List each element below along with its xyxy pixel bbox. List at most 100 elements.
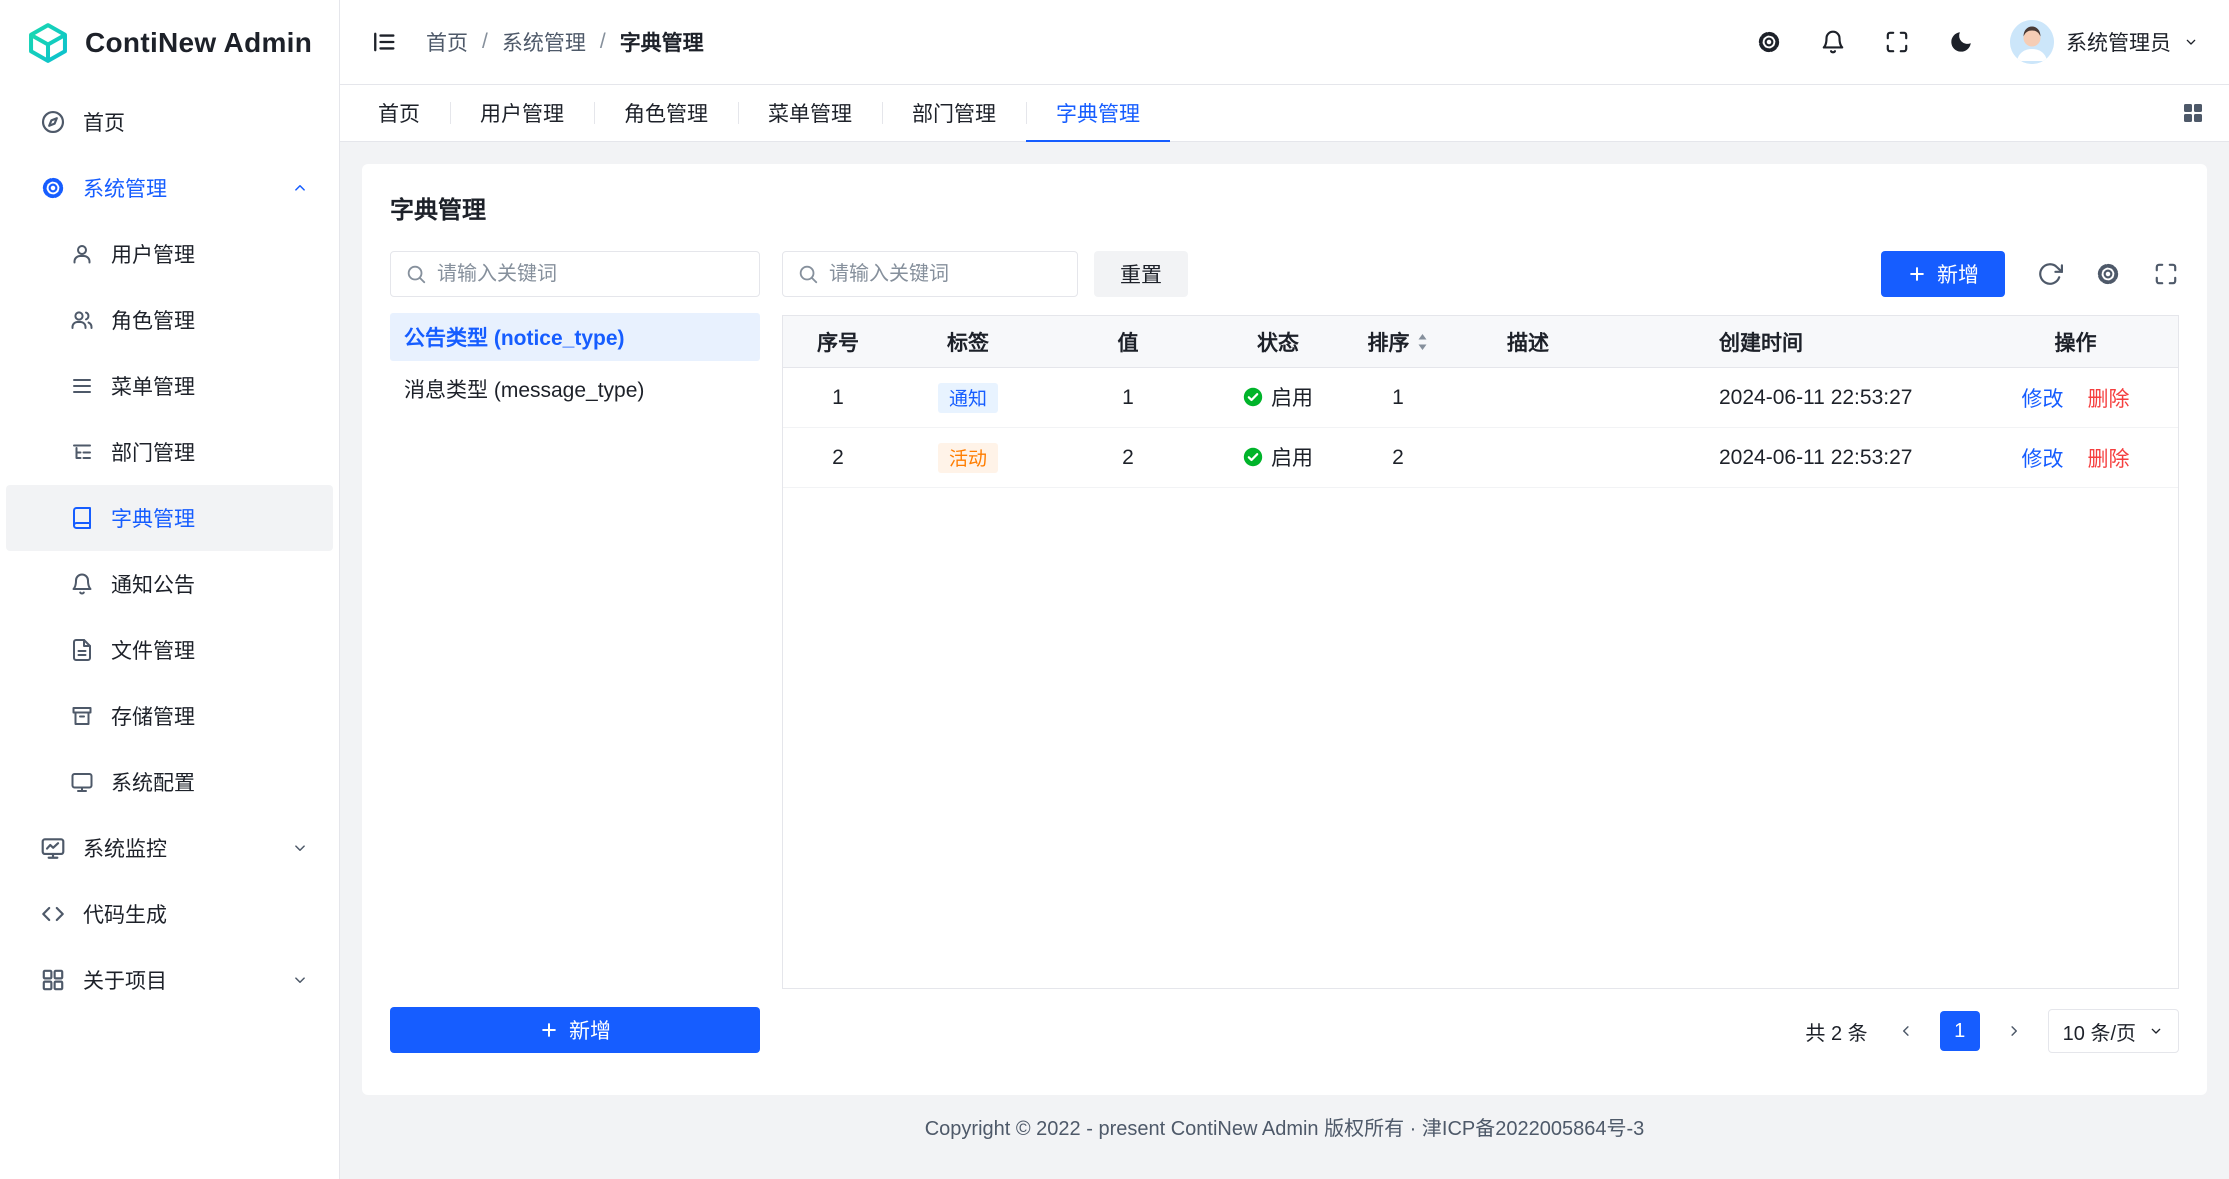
refresh-icon[interactable] bbox=[2037, 261, 2063, 287]
dict-type-list: 公告类型 (notice_type) 消息类型 (message_type) bbox=[390, 313, 760, 413]
delete-link[interactable]: 删除 bbox=[2088, 443, 2130, 473]
user-menu[interactable]: 系统管理员 bbox=[2010, 20, 2199, 64]
sidebar-item-label: 角色管理 bbox=[111, 305, 195, 335]
sidebar-item-codegen[interactable]: 代码生成 bbox=[6, 881, 333, 947]
collapse-sidebar-icon[interactable] bbox=[370, 28, 398, 56]
sidebar-item-home[interactable]: 首页 bbox=[6, 89, 333, 155]
footer: Copyright © 2022 - present ContiNew Admi… bbox=[362, 1095, 2207, 1157]
grid-icon bbox=[40, 967, 66, 993]
sidebar-item-label: 系统监控 bbox=[83, 833, 167, 863]
cell-status: 启用 bbox=[1213, 442, 1343, 473]
add-dict-item-button[interactable]: 新增 bbox=[1881, 251, 2005, 297]
sidebar-item-monitor[interactable]: 系统监控 bbox=[6, 815, 333, 881]
col-header-value: 值 bbox=[1043, 327, 1213, 357]
edit-link[interactable]: 修改 bbox=[2022, 383, 2064, 413]
cell-sort: 2 bbox=[1343, 446, 1453, 470]
cell-no: 1 bbox=[783, 386, 893, 410]
breadcrumb-home[interactable]: 首页 bbox=[426, 27, 468, 57]
chevron-right-icon[interactable] bbox=[1994, 1011, 2034, 1051]
plus-icon bbox=[1907, 264, 1927, 284]
bell-icon bbox=[70, 572, 94, 596]
apps-grid-icon[interactable] bbox=[2181, 85, 2229, 141]
chevron-up-icon bbox=[291, 179, 309, 197]
cell-created: 2024-06-11 22:53:27 bbox=[1603, 386, 1973, 410]
tab-menus[interactable]: 菜单管理 bbox=[738, 85, 882, 141]
tab-departments[interactable]: 部门管理 bbox=[882, 85, 1026, 141]
notifications-bell-icon[interactable] bbox=[1818, 27, 1848, 57]
dict-type-item-notice[interactable]: 公告类型 (notice_type) bbox=[390, 313, 760, 361]
sidebar-item-config[interactable]: 系统配置 bbox=[6, 749, 333, 815]
page-size-select[interactable]: 10 条/页 bbox=[2048, 1009, 2179, 1053]
main-column: 首页 / 系统管理 / 字典管理 bbox=[340, 0, 2229, 1179]
edit-link[interactable]: 修改 bbox=[2022, 443, 2064, 473]
fullscreen-icon[interactable] bbox=[1882, 27, 1912, 57]
sidebar-item-storage[interactable]: 存储管理 bbox=[6, 683, 333, 749]
page-size-value: 10 条/页 bbox=[2063, 1017, 2136, 1046]
dict-item-pane: 重置 新增 bbox=[782, 251, 2179, 1053]
sidebar-item-label: 系统管理 bbox=[83, 173, 167, 203]
tab-home[interactable]: 首页 bbox=[348, 85, 450, 141]
chevron-left-icon[interactable] bbox=[1886, 1011, 1926, 1051]
status-label: 启用 bbox=[1271, 442, 1313, 472]
dict-item-search-input[interactable] bbox=[829, 263, 1063, 286]
app-logo[interactable]: ContiNew Admin bbox=[0, 0, 339, 85]
tab-users[interactable]: 用户管理 bbox=[450, 85, 594, 141]
dict-type-search-input[interactable] bbox=[437, 263, 745, 286]
tag-badge: 活动 bbox=[938, 443, 998, 473]
col-header-no: 序号 bbox=[783, 327, 893, 357]
add-dict-type-button[interactable]: 新增 bbox=[390, 1007, 760, 1053]
col-header-sort-label: 排序 bbox=[1368, 327, 1410, 357]
archive-icon bbox=[70, 704, 94, 728]
tab-label: 字典管理 bbox=[1056, 98, 1140, 128]
topbar-actions: 系统管理员 bbox=[1754, 20, 2199, 64]
copyright-text: Copyright © 2022 - present ContiNew Admi… bbox=[925, 1112, 1645, 1141]
tab-dict[interactable]: 字典管理 bbox=[1026, 85, 1170, 141]
file-icon bbox=[70, 638, 94, 662]
users-icon bbox=[70, 308, 94, 332]
add-dict-type-label: 新增 bbox=[569, 1015, 611, 1045]
chevron-down-icon bbox=[291, 839, 309, 857]
cell-tag: 活动 bbox=[893, 443, 1043, 473]
check-circle-icon bbox=[1243, 387, 1263, 407]
dark-mode-moon-icon[interactable] bbox=[1946, 27, 1976, 57]
monitor-icon bbox=[70, 770, 94, 794]
sidebar-item-dict[interactable]: 字典管理 bbox=[6, 485, 333, 551]
add-dict-item-label: 新增 bbox=[1937, 259, 1979, 289]
sidebar-item-about[interactable]: 关于项目 bbox=[6, 947, 333, 1013]
tab-roles[interactable]: 角色管理 bbox=[594, 85, 738, 141]
avatar bbox=[2010, 20, 2054, 64]
table-settings-gear-icon[interactable] bbox=[2095, 261, 2121, 287]
dict-type-search[interactable] bbox=[390, 251, 760, 297]
sidebar-item-departments[interactable]: 部门管理 bbox=[6, 419, 333, 485]
tabbar: 首页 用户管理 角色管理 菜单管理 部门管理 字典管理 bbox=[340, 85, 2229, 142]
delete-link[interactable]: 删除 bbox=[2088, 383, 2130, 413]
expand-table-icon[interactable] bbox=[2153, 261, 2179, 287]
reset-button[interactable]: 重置 bbox=[1094, 251, 1188, 297]
search-icon bbox=[797, 263, 819, 285]
sidebar-item-users[interactable]: 用户管理 bbox=[6, 221, 333, 287]
sidebar-item-files[interactable]: 文件管理 bbox=[6, 617, 333, 683]
cell-status: 启用 bbox=[1213, 382, 1343, 413]
app-title: ContiNew Admin bbox=[85, 27, 312, 59]
compass-home-icon bbox=[40, 109, 66, 135]
dict-card: 字典管理 公告类型 (notice_type) bbox=[362, 164, 2207, 1095]
sidebar-item-menus[interactable]: 菜单管理 bbox=[6, 353, 333, 419]
col-header-sort[interactable]: 排序 bbox=[1343, 327, 1453, 357]
tag-badge: 通知 bbox=[938, 383, 998, 413]
sidebar-item-system[interactable]: 系统管理 bbox=[6, 155, 333, 221]
cell-tag: 通知 bbox=[893, 383, 1043, 413]
breadcrumb-system[interactable]: 系统管理 bbox=[502, 27, 586, 57]
reset-label: 重置 bbox=[1120, 259, 1162, 289]
sidebar: ContiNew Admin 首页 系统管理 用户管理 bbox=[0, 0, 340, 1179]
dict-type-item-message[interactable]: 消息类型 (message_type) bbox=[390, 365, 760, 413]
sidebar-item-roles[interactable]: 角色管理 bbox=[6, 287, 333, 353]
dict-item-search[interactable] bbox=[782, 251, 1078, 297]
sort-carets-icon[interactable] bbox=[1416, 331, 1429, 353]
cell-value: 2 bbox=[1043, 446, 1213, 470]
page-number-current[interactable]: 1 bbox=[1940, 1011, 1980, 1051]
settings-gear-icon[interactable] bbox=[1754, 27, 1784, 57]
tab-label: 首页 bbox=[378, 98, 420, 128]
sidebar-item-notices[interactable]: 通知公告 bbox=[6, 551, 333, 617]
cell-ops: 修改 删除 bbox=[1973, 443, 2178, 473]
dict-type-pane: 公告类型 (notice_type) 消息类型 (message_type) 新… bbox=[390, 251, 760, 1053]
